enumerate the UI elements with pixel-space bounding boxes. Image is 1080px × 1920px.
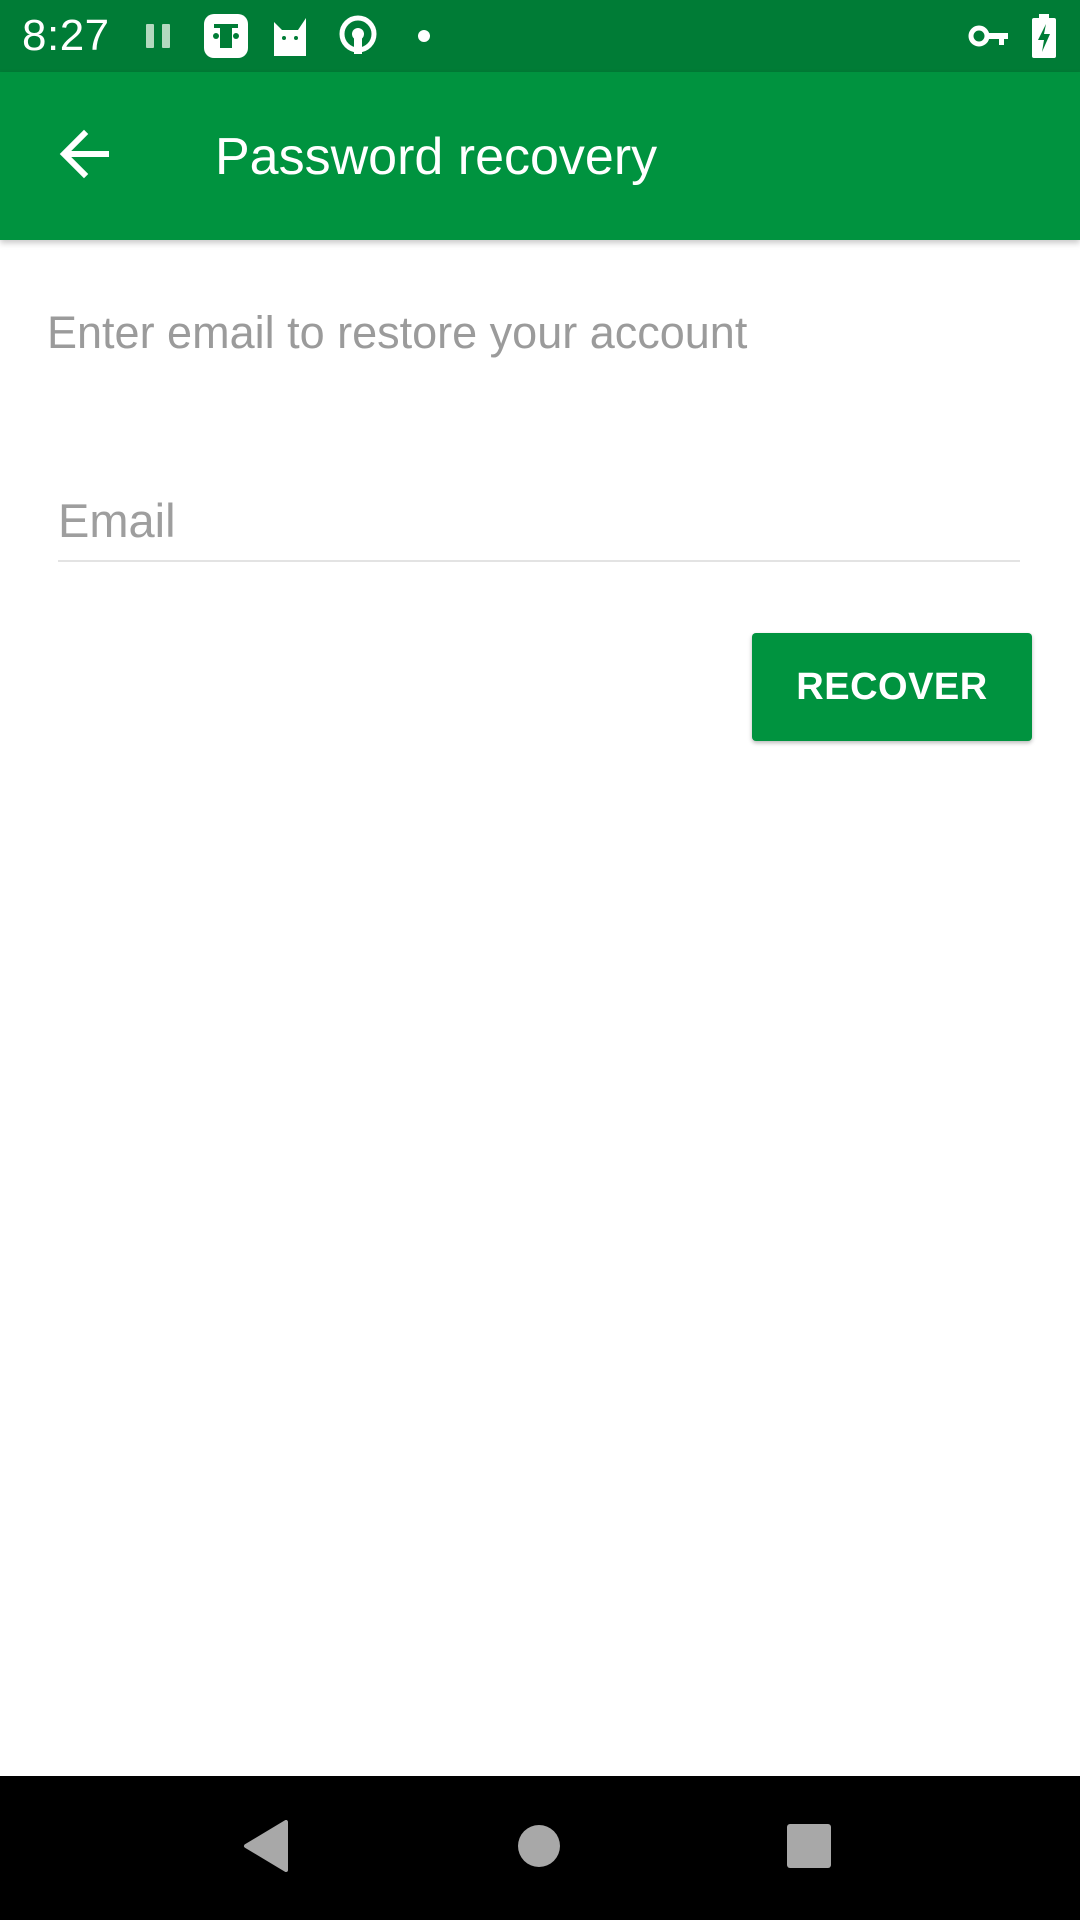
pause-icon bbox=[142, 12, 176, 60]
page-title: Password recovery bbox=[215, 128, 658, 186]
screen: 8:27 Password recovery Enter email to re… bbox=[0, 0, 1080, 1920]
email-field-container bbox=[58, 480, 1020, 562]
navigation-bar bbox=[0, 1776, 1080, 1920]
status-time: 8:27 bbox=[22, 11, 110, 60]
back-button[interactable] bbox=[42, 114, 126, 198]
nav-recents-button[interactable] bbox=[759, 1798, 859, 1898]
nav-home-button[interactable] bbox=[489, 1798, 589, 1898]
app-notification-icon bbox=[202, 12, 250, 60]
battery-charging-icon bbox=[1030, 12, 1058, 60]
dot-icon bbox=[416, 12, 432, 60]
recents-square-icon bbox=[786, 1823, 832, 1874]
arrow-back-icon bbox=[58, 128, 110, 185]
home-circle-icon bbox=[517, 1824, 561, 1873]
nav-back-button[interactable] bbox=[216, 1798, 316, 1898]
email-field[interactable] bbox=[58, 488, 1020, 552]
back-triangle-icon bbox=[242, 1819, 290, 1877]
instructions-text: Enter email to restore your account bbox=[47, 307, 748, 358]
recover-button[interactable]: RECOVER bbox=[752, 633, 1032, 741]
app-bar: Password recovery bbox=[0, 72, 1080, 240]
vpn-key-icon bbox=[968, 12, 1010, 60]
cat-app-icon bbox=[268, 12, 312, 60]
status-bar: 8:27 bbox=[0, 0, 1080, 72]
podcast-icon bbox=[338, 12, 378, 60]
